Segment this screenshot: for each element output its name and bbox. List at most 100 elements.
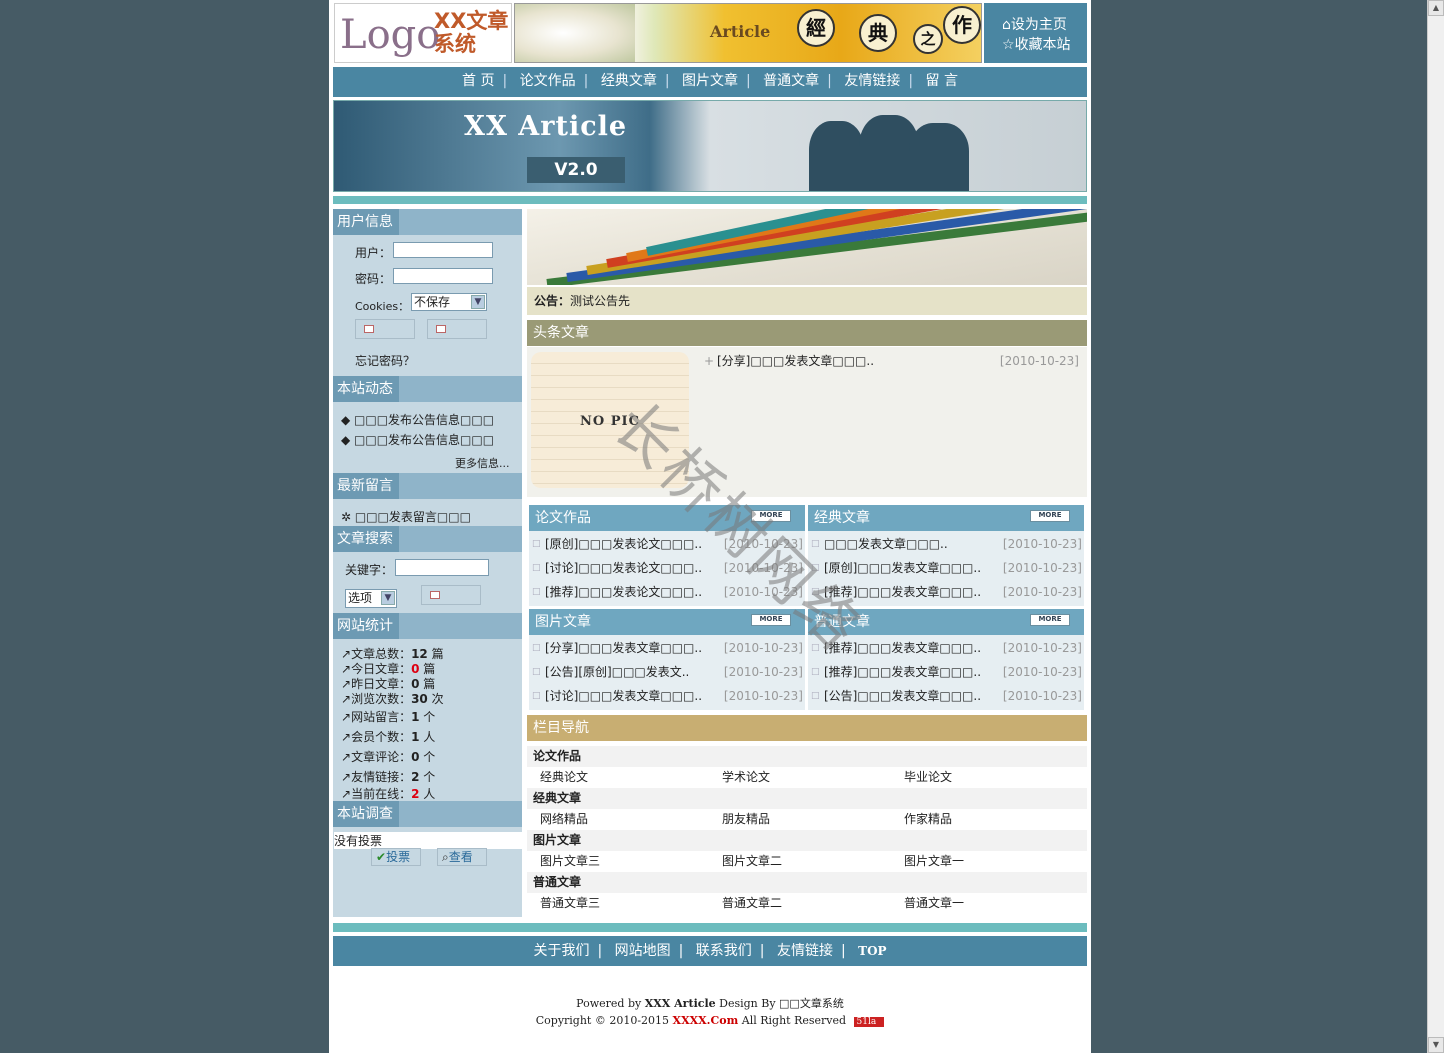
set-home-link[interactable]: ⌂设为主页: [1002, 14, 1067, 34]
view-label: 查看: [448, 850, 473, 864]
list-item[interactable]: □ [推荐]□□□发表文章□□□.. [2010-10-23]: [808, 661, 1084, 683]
view-results-button[interactable]: ⌕查看: [437, 848, 487, 866]
footer-link-top[interactable]: TOP: [858, 944, 886, 958]
list-item-date: [2010-10-23]: [723, 665, 803, 679]
catnav-link[interactable]: 普通文章一: [904, 893, 964, 914]
list-item-date: [2010-10-23]: [723, 561, 803, 575]
list-item[interactable]: □ [公告]□□□发表文章□□□.. [2010-10-23]: [808, 685, 1084, 707]
catnav-group-title[interactable]: 经典文章: [527, 788, 1087, 809]
top-banner: Article 經 典 之 作: [514, 3, 982, 63]
catnav-link[interactable]: 作家精品: [904, 809, 952, 830]
scroll-up-icon[interactable]: ▲: [1428, 0, 1444, 16]
set-home-label: 设为主页: [1010, 17, 1067, 33]
stat-value: 1: [411, 710, 420, 724]
catnav-link[interactable]: 普通文章三: [540, 893, 600, 914]
list-item[interactable]: □ [讨论]□□□发表文章□□□.. [2010-10-23]: [529, 685, 805, 707]
catnav-link[interactable]: 学术论文: [722, 767, 770, 788]
catnav-group-title[interactable]: 图片文章: [527, 830, 1087, 851]
register-button[interactable]: [427, 319, 487, 339]
stats-badge[interactable]: 51la: [853, 1017, 885, 1027]
catnav-link[interactable]: 经典论文: [540, 767, 588, 788]
more-button[interactable]: MORE: [1030, 614, 1070, 626]
footer-link-friends[interactable]: 友情链接: [777, 943, 833, 959]
stat-label: 今日文章：: [351, 662, 412, 676]
more-button[interactable]: MORE: [751, 614, 791, 626]
list-item[interactable]: □ [推荐]□□□发表文章□□□.. [2010-10-23]: [808, 581, 1084, 603]
vote-label: 投票: [386, 850, 411, 864]
catnav-link[interactable]: 毕业论文: [904, 767, 952, 788]
nav-item-normal[interactable]: 普通文章: [763, 73, 819, 89]
stat-label: 网站留言：: [351, 710, 412, 724]
copyright-brand[interactable]: XXXX.Com: [673, 1014, 739, 1027]
nav-item-papers[interactable]: 论文作品: [520, 73, 576, 89]
list-item-title: [推荐]□□□发表文章□□□..: [824, 641, 982, 655]
bookmark-link[interactable]: ☆收藏本站: [1002, 34, 1071, 54]
broken-image-icon: [364, 325, 374, 333]
list-item[interactable]: □ □□□发表文章□□□.. [2010-10-23]: [808, 533, 1084, 555]
cartoon-graphic: [515, 4, 635, 62]
keyword-input[interactable]: [395, 559, 489, 576]
more-button[interactable]: MORE: [1030, 510, 1070, 522]
section-title: 头条文章: [533, 325, 589, 341]
stat-label: 文章总数：: [351, 647, 412, 661]
silhouette-graphic: [909, 123, 969, 191]
login-button[interactable]: [355, 319, 415, 339]
username-input[interactable]: [393, 242, 493, 258]
catnav-link[interactable]: 图片文章三: [540, 851, 600, 872]
news-item[interactable]: ◆ □□□发布公告信息□□□: [341, 431, 494, 448]
nav-item-pictures[interactable]: 图片文章: [682, 73, 738, 89]
footer-link-about[interactable]: 关于我们: [533, 943, 589, 959]
news-item[interactable]: ◆ □□□发布公告信息□□□: [341, 411, 494, 428]
headline-panel: NO PIC + [分享]□□□发表文章□□□.. [2010-10-23]: [527, 347, 1087, 497]
nav-item-guestbook[interactable]: 留 言: [926, 73, 958, 89]
catnav-link[interactable]: 朋友精品: [722, 809, 770, 830]
catnav-group-label: 图片文章: [533, 833, 582, 847]
cookies-value: 不保存: [414, 295, 451, 309]
cookies-select[interactable]: 不保存 ▼: [411, 293, 487, 311]
stat-label: 昨日文章：: [351, 677, 412, 691]
vote-button[interactable]: ✔投票: [371, 848, 421, 866]
list-item[interactable]: □ [公告][原创]□□□发表文.. [2010-10-23]: [529, 661, 805, 683]
more-button[interactable]: MORE: [751, 510, 791, 522]
list-item[interactable]: □ [分享]□□□发表文章□□□.. [2010-10-23]: [529, 637, 805, 659]
notice-text[interactable]: 测试公告先: [570, 294, 630, 308]
nav-item-links[interactable]: 友情链接: [844, 73, 900, 89]
panel-title: 论文作品: [535, 510, 591, 526]
catnav-group-title[interactable]: 论文作品: [527, 746, 1087, 767]
more-news-link[interactable]: 更多信息...: [455, 455, 510, 471]
stat-line: ↗文章评论：0 个: [341, 750, 436, 764]
message-item[interactable]: ✲ □□□发表留言□□□: [341, 508, 471, 525]
chevron-down-icon: ▼: [471, 295, 485, 309]
powered-pre: Powered by: [576, 997, 645, 1010]
panel-title: 普通文章: [814, 614, 870, 630]
scroll-down-icon[interactable]: ▼: [1428, 1037, 1444, 1053]
vertical-scrollbar[interactable]: ▲ ▼: [1427, 0, 1444, 1053]
forgot-password-link[interactable]: 忘记密码？: [355, 352, 415, 369]
catnav-link[interactable]: 普通文章二: [722, 893, 782, 914]
list-item[interactable]: □ [讨论]□□□发表论文□□□.. [2010-10-23]: [529, 557, 805, 579]
catnav-link[interactable]: 图片文章二: [722, 851, 782, 872]
footer-link-contact[interactable]: 联系我们: [696, 943, 752, 959]
banner-article-text: Article: [710, 22, 771, 41]
catnav-link[interactable]: 网络精品: [540, 809, 588, 830]
headline-row[interactable]: + [分享]□□□发表文章□□□.. [2010-10-23]: [701, 350, 1081, 372]
catnav-link[interactable]: 图片文章一: [904, 851, 964, 872]
no-pic-thumbnail[interactable]: NO PIC: [531, 352, 689, 488]
nav-item-home[interactable]: 首 页: [462, 73, 494, 89]
site-logo[interactable]: Logo XX文章系统: [334, 3, 512, 63]
list-item[interactable]: □ [推荐]□□□发表文章□□□.. [2010-10-23]: [808, 637, 1084, 659]
square-bullet-icon: □: [811, 643, 820, 653]
stat-line: ↗会员个数：1 人: [341, 730, 436, 744]
section-title: 网站统计: [333, 613, 399, 639]
catnav-group-title[interactable]: 普通文章: [527, 872, 1087, 893]
search-option-select[interactable]: 选项 ▼: [345, 589, 397, 608]
search-button[interactable]: [421, 585, 481, 605]
footer-link-sitemap[interactable]: 网站地图: [615, 943, 671, 959]
nav-item-classic[interactable]: 经典文章: [601, 73, 657, 89]
password-input[interactable]: [393, 268, 493, 284]
list-item[interactable]: □ [原创]□□□发表论文□□□.. [2010-10-23]: [529, 533, 805, 555]
list-item[interactable]: □ [推荐]□□□发表论文□□□.. [2010-10-23]: [529, 581, 805, 603]
stat-label: 友情链接：: [351, 770, 412, 784]
square-bullet-icon: □: [532, 539, 541, 549]
list-item[interactable]: □ [原创]□□□发表文章□□□.. [2010-10-23]: [808, 557, 1084, 579]
